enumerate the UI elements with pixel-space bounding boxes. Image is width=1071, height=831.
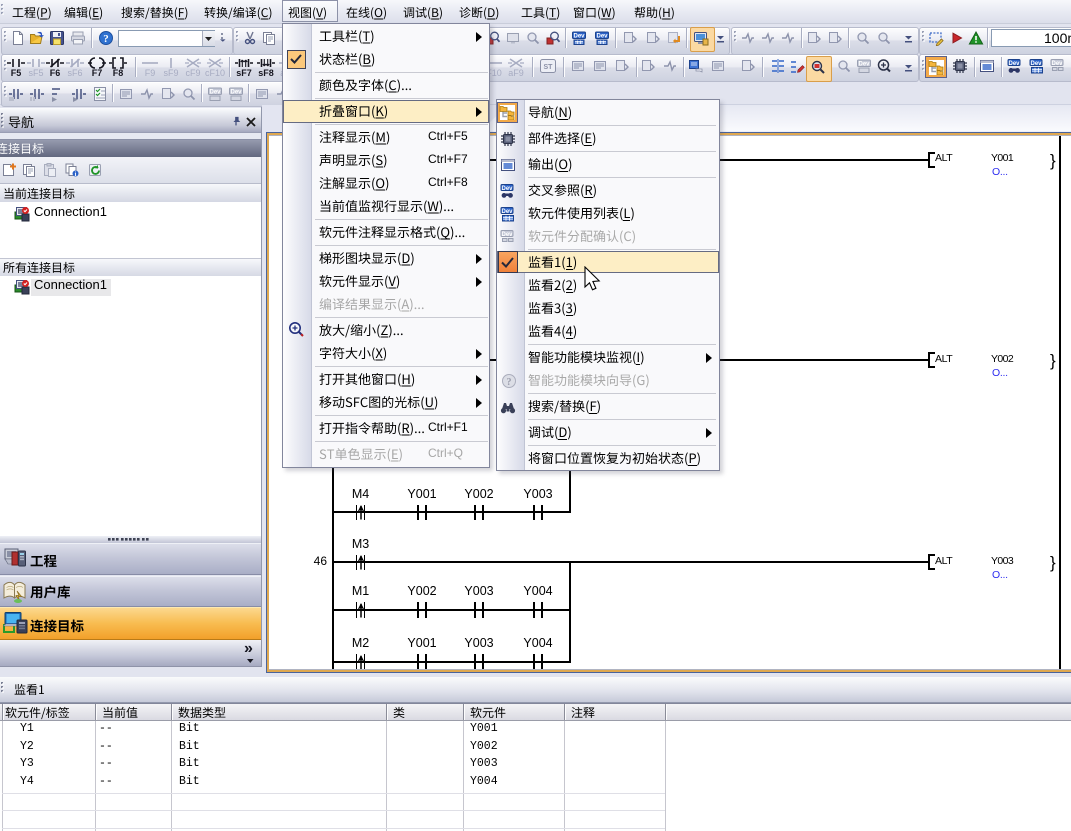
svg-text:Dev: Dev bbox=[1030, 61, 1042, 67]
svg-text:Dev: Dev bbox=[573, 34, 585, 40]
svg-text:?: ? bbox=[103, 33, 109, 45]
svg-text:Dev: Dev bbox=[501, 185, 513, 191]
svg-text:Dev: Dev bbox=[501, 231, 513, 237]
svg-text:i: i bbox=[75, 171, 77, 178]
svg-text:Dev: Dev bbox=[1051, 61, 1063, 67]
svg-text:Dev: Dev bbox=[501, 208, 513, 214]
svg-text:Dev: Dev bbox=[209, 90, 221, 96]
svg-text:Dev: Dev bbox=[596, 34, 608, 40]
svg-text:Dev: Dev bbox=[858, 62, 870, 68]
svg-text:?: ? bbox=[507, 377, 512, 388]
svg-text:ST: ST bbox=[544, 64, 554, 71]
svg-text:Dev: Dev bbox=[1008, 61, 1020, 67]
svg-text:Dev: Dev bbox=[230, 90, 242, 96]
